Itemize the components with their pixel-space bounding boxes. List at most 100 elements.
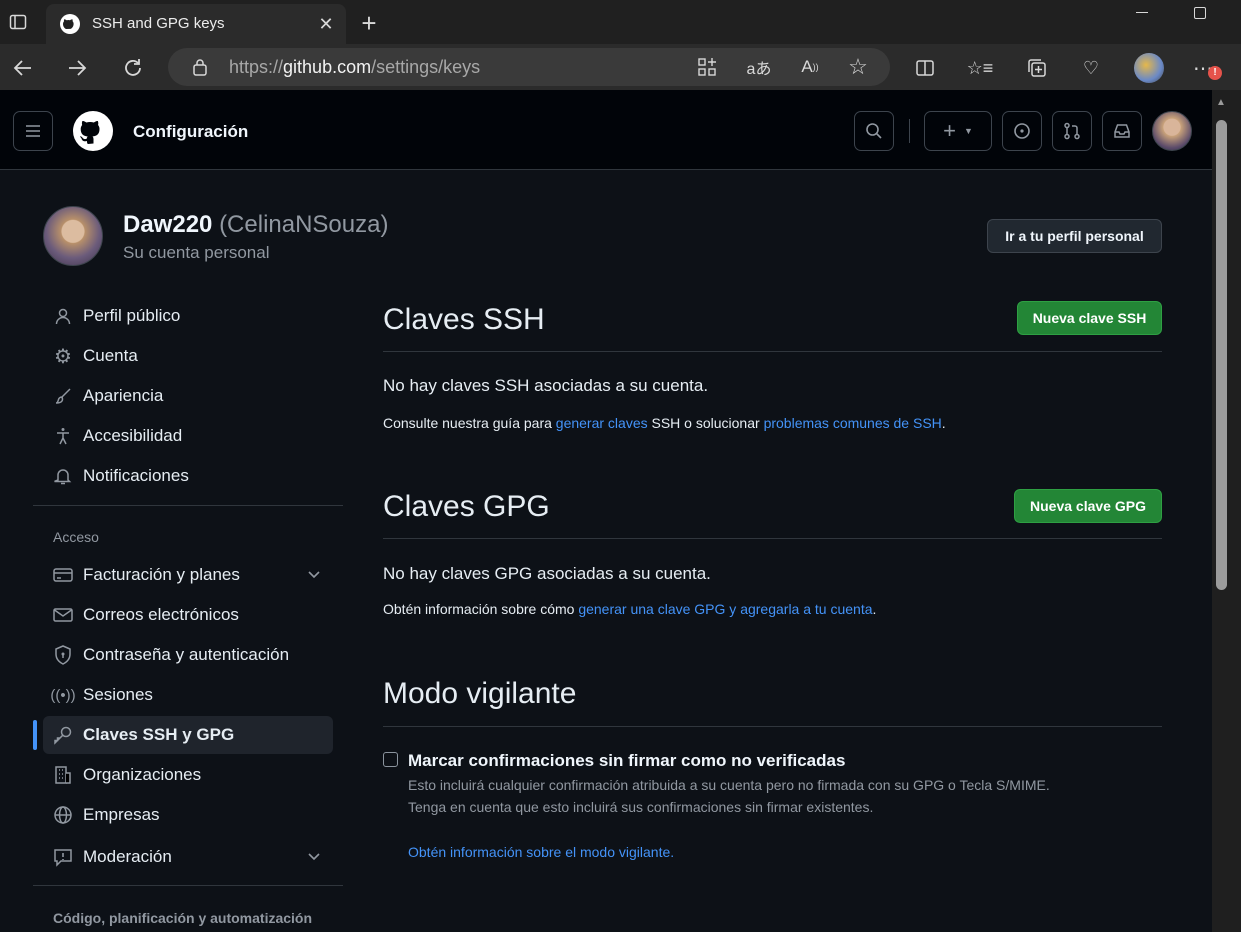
accessibility-icon [43, 427, 83, 445]
new-ssh-key-label: Nueva clave SSH [1032, 310, 1147, 326]
sidebar-item-label: Apariencia [83, 386, 164, 405]
sidebar-item-emails[interactable]: Correos electrónicos [43, 596, 333, 634]
generate-gpg-key-link[interactable]: generar una clave GPG y agregarla a tu c… [578, 601, 872, 617]
profile-subtitle: Su cuenta personal [123, 243, 270, 262]
sidebar-item-label: Contraseña y autenticación [83, 645, 290, 664]
sidebar-item-sessions[interactable]: ((•)) Sesiones [43, 676, 333, 714]
sidebar-item-ssh-gpg-keys[interactable]: Claves SSH y GPG [43, 716, 333, 754]
close-tab-icon[interactable]: ✕ [316, 14, 336, 34]
sidebar-item-organizations[interactable]: Organizaciones [43, 756, 333, 794]
new-ssh-key-button[interactable]: Nueva clave SSH [1017, 301, 1162, 335]
sidebar-item-appearance[interactable]: Apariencia [43, 377, 333, 415]
plus-icon: + [943, 118, 956, 143]
organization-icon [43, 765, 83, 785]
back-icon[interactable] [10, 55, 36, 81]
ssh-help-text: Consulte nuestra guía para generar clave… [383, 415, 946, 431]
create-new-button[interactable]: + ▼ [924, 111, 992, 151]
issues-button[interactable] [1002, 111, 1042, 151]
sidebar-item-label: Correos electrónicos [83, 605, 239, 624]
collections-icon[interactable] [1024, 55, 1050, 81]
gpg-help-text: Obtén información sobre cómo generar una… [383, 601, 876, 617]
url-domain: github.com [283, 57, 372, 77]
git-pull-request-icon [1064, 122, 1080, 140]
apps-icon[interactable] [696, 57, 718, 77]
favorites-icon[interactable]: ☆≡ [966, 55, 994, 81]
sidebar-item-moderation[interactable]: Moderación [43, 838, 333, 876]
sidebar-item-label: Organizaciones [83, 765, 202, 784]
report-icon [43, 847, 83, 867]
split-screen-icon[interactable] [912, 55, 938, 81]
refresh-icon[interactable] [120, 55, 146, 81]
inbox-icon [1114, 124, 1130, 138]
profile-username[interactable]: Daw220 [123, 211, 212, 238]
sidebar-item-label: Claves SSH y GPG [83, 725, 235, 744]
scrollbar-thumb[interactable] [1216, 120, 1227, 590]
sidebar-item-public-profile[interactable]: Perfil público [43, 297, 333, 335]
gpg-help-part: Obtén información sobre cómo [383, 601, 579, 617]
read-aloud-icon[interactable]: A)) [798, 57, 822, 77]
tab-title: SSH and GPG keys [92, 15, 225, 32]
header-divider [909, 119, 910, 143]
new-gpg-key-label: Nueva clave GPG [1030, 498, 1146, 514]
sidebar-item-label: Sesiones [83, 685, 153, 704]
common-ssh-problems-link[interactable]: problemas comunes de SSH [764, 415, 942, 431]
browser-tab[interactable]: SSH and GPG keys ✕ [46, 4, 346, 44]
github-logo-icon[interactable] [73, 111, 113, 151]
translate-icon[interactable]: aあ [746, 57, 772, 78]
scroll-up-icon[interactable]: ▲ [1216, 97, 1226, 108]
sidebar-item-label: Facturación y planes [83, 565, 240, 584]
ssh-help-part: SSH o solucionar [647, 415, 764, 431]
sidebar-item-accessibility[interactable]: Accesibilidad [43, 417, 333, 455]
ssh-keys-heading: Claves SSH [383, 303, 545, 336]
sidebar-item-label: Accesibilidad [83, 426, 183, 445]
vigilant-mode-info-link[interactable]: Obtén información sobre el modo vigilant… [408, 844, 674, 860]
sidebar-item-label: Perfil público [83, 306, 181, 325]
chevron-down-icon[interactable] [307, 847, 321, 867]
new-gpg-key-button[interactable]: Nueva clave GPG [1014, 489, 1162, 523]
vigilant-mode-checkbox-label[interactable]: Marcar confirmaciones sin firmar como no… [408, 751, 845, 771]
profile-name: (CelinaNSouza) [219, 211, 389, 238]
active-indicator [33, 720, 37, 750]
ssh-divider [383, 351, 1162, 352]
gpg-empty-message: No hay claves GPG asociadas a su cuenta. [383, 564, 711, 583]
search-button[interactable] [854, 111, 894, 151]
sidebar-item-enterprises[interactable]: Empresas [43, 796, 333, 834]
credit-card-icon [43, 567, 83, 583]
profile-avatar [43, 206, 103, 266]
sidebar-divider [33, 505, 343, 506]
gpg-divider [383, 538, 1162, 539]
generate-keys-link[interactable]: generar claves [556, 415, 648, 431]
ssh-help-part: Consulte nuestra guía para [383, 415, 556, 431]
forward-icon[interactable] [64, 55, 90, 81]
pull-requests-button[interactable] [1052, 111, 1092, 151]
sidebar-section-access: Acceso [53, 529, 99, 545]
sidebar-item-billing[interactable]: Facturación y planes [43, 556, 333, 594]
browser-profile-avatar[interactable] [1134, 53, 1164, 83]
new-tab-icon[interactable]: + [356, 8, 382, 38]
menu-button[interactable] [13, 111, 53, 151]
mail-icon [43, 607, 83, 623]
sidebar-item-password-auth[interactable]: Contraseña y autenticación [43, 636, 333, 674]
person-icon [43, 307, 83, 325]
gpg-keys-heading: Claves GPG [383, 490, 550, 523]
favorite-star-icon[interactable]: ☆ [846, 54, 870, 79]
user-avatar[interactable] [1152, 111, 1192, 151]
browser-essentials-icon[interactable]: ♡ [1078, 55, 1104, 81]
chevron-down-icon[interactable] [307, 565, 321, 585]
lock-icon[interactable] [190, 57, 210, 77]
vigilant-divider [383, 726, 1162, 727]
tab-actions-icon[interactable] [8, 12, 28, 32]
go-to-profile-button[interactable]: Ir a tu perfil personal [987, 219, 1162, 253]
maximize-icon[interactable] [1194, 7, 1206, 19]
address-bar[interactable]: https://github.com/settings/keys aあ A)) … [168, 48, 890, 86]
vigilant-mode-description: Esto incluirá cualquier confirmación atr… [408, 777, 1050, 793]
inbox-button[interactable] [1102, 111, 1142, 151]
sidebar-item-account[interactable]: ⚙ Cuenta [43, 337, 333, 375]
minimize-icon[interactable] [1136, 12, 1148, 13]
sidebar-item-label: Moderación [83, 847, 172, 866]
sidebar-item-notifications[interactable]: Notificaciones [43, 457, 333, 495]
hamburger-icon [26, 125, 40, 137]
vigilant-mode-checkbox[interactable] [383, 752, 398, 767]
bell-icon [43, 467, 83, 485]
sidebar-section-code: Código, planificación y automatización [53, 910, 313, 926]
